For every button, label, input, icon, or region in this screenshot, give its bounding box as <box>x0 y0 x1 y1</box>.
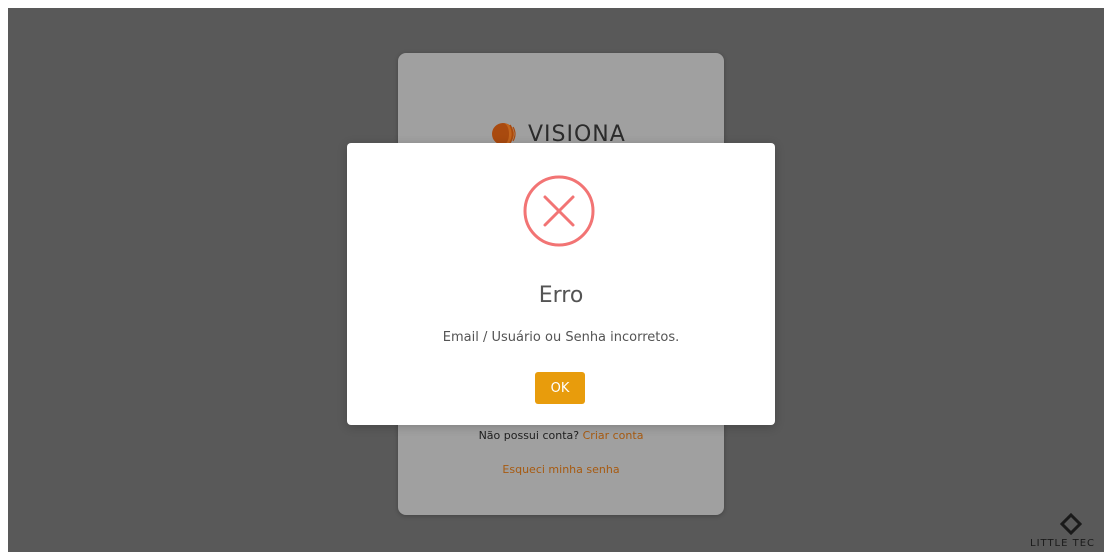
diamond-icon <box>1060 513 1082 535</box>
dialog-title: Erro <box>538 283 584 308</box>
page-overlay: VISIONA Não possui conta? Criar conta Es… <box>8 8 1104 552</box>
create-account-link[interactable]: Criar conta <box>583 429 644 442</box>
little-tec-brand: LITTLE TEC <box>1026 510 1104 552</box>
forgot-row: Esqueci minha senha <box>398 463 724 476</box>
error-dialog: Erro Email / Usuário ou Senha incorretos… <box>347 143 775 425</box>
dialog-message: Email / Usuário ou Senha incorretos. <box>442 330 680 345</box>
signup-row: Não possui conta? Criar conta <box>398 429 724 442</box>
signup-prompt: Não possui conta? <box>478 429 580 442</box>
corner-brand-text: LITTLE TEC <box>1030 538 1096 549</box>
forgot-password-link[interactable]: Esqueci minha senha <box>502 463 619 476</box>
error-x-circle-icon <box>523 175 595 247</box>
ok-button[interactable]: OK <box>535 372 585 404</box>
